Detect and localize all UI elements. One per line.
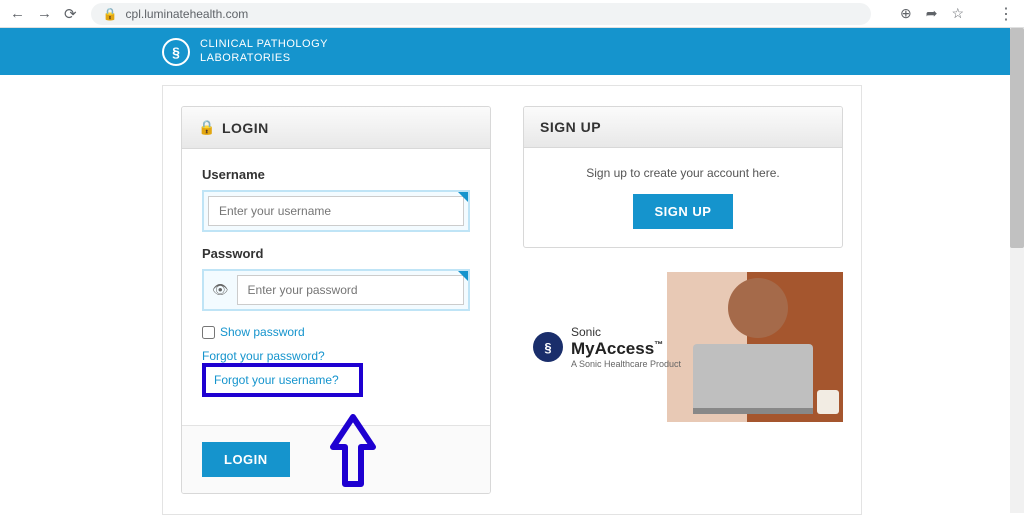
username-input[interactable]: [208, 196, 464, 226]
url-text: cpl.luminatehealth.com: [126, 7, 249, 21]
login-panel-footer: LOGIN: [182, 425, 490, 493]
login-panel: 🔒 LOGIN Username Password 👁 Show passw: [181, 106, 491, 494]
promo-line1: Sonic: [571, 325, 681, 339]
forgot-links-row: Forgot your password? Forgot your userna…: [202, 349, 470, 397]
signup-header-text: SIGN UP: [540, 119, 601, 135]
share-icon[interactable]: ➦: [926, 5, 938, 22]
promo-line2: MyAccess™: [571, 339, 681, 359]
password-label: Password: [202, 246, 470, 261]
browser-toolbar: ← → ⟳ 🔒 cpl.luminatehealth.com ⊕ ➦ ☆ ⋮: [0, 0, 1024, 28]
signup-button[interactable]: SIGN UP: [633, 194, 734, 229]
zoom-icon[interactable]: ⊕: [900, 5, 912, 22]
main-container: 🔒 LOGIN Username Password 👁 Show passw: [162, 85, 862, 515]
lock-icon: 🔒: [103, 7, 118, 21]
show-password-label[interactable]: Show password: [220, 325, 305, 339]
login-button[interactable]: LOGIN: [202, 442, 290, 477]
login-header-text: LOGIN: [222, 120, 269, 136]
eye-icon[interactable]: 👁: [208, 282, 237, 298]
password-field-wrap: 👁: [202, 269, 470, 311]
username-label: Username: [202, 167, 470, 182]
annotation-arrow-icon: [328, 412, 378, 494]
scrollbar-track[interactable]: [1010, 28, 1024, 513]
signup-description: Sign up to create your account here.: [544, 166, 822, 180]
field-corner-icon: [458, 192, 468, 202]
username-field-wrap: [202, 190, 470, 232]
forgot-username-link[interactable]: Forgot your username?: [202, 363, 363, 397]
promo-mug-illustration: [817, 390, 839, 414]
promo-person-illustration: [728, 278, 788, 338]
promo-laptop-illustration: [693, 344, 813, 414]
forgot-password-link[interactable]: Forgot your password?: [202, 349, 325, 363]
brand-line2: LABORATORIES: [200, 52, 328, 65]
promo-logo-icon: §: [533, 332, 563, 362]
field-corner-icon: [458, 271, 468, 281]
kebab-menu-icon[interactable]: ⋮: [998, 4, 1014, 24]
lock-icon: 🔒: [198, 119, 216, 136]
brand-text: CLINICAL PATHOLOGY LABORATORIES: [200, 38, 328, 64]
browser-right-icons: ⊕ ➦ ☆: [900, 5, 964, 22]
forward-icon[interactable]: →: [37, 5, 52, 22]
signup-panel-header: SIGN UP: [524, 107, 842, 148]
password-input[interactable]: [237, 275, 464, 305]
address-bar[interactable]: 🔒 cpl.luminatehealth.com: [91, 3, 871, 25]
browser-nav-icons: ← → ⟳: [10, 5, 77, 23]
login-panel-header: 🔒 LOGIN: [182, 107, 490, 149]
back-icon[interactable]: ←: [10, 5, 25, 22]
scrollbar-thumb[interactable]: [1010, 28, 1024, 248]
promo-line3: A Sonic Healthcare Product: [571, 359, 681, 369]
brand-line1: CLINICAL PATHOLOGY: [200, 38, 328, 51]
promo-text: Sonic MyAccess™ A Sonic Healthcare Produ…: [571, 325, 681, 369]
signup-panel: SIGN UP Sign up to create your account h…: [523, 106, 843, 248]
reload-icon[interactable]: ⟳: [64, 5, 77, 23]
show-password-checkbox[interactable]: [202, 326, 215, 339]
star-icon[interactable]: ☆: [951, 5, 964, 22]
brand-header: § CLINICAL PATHOLOGY LABORATORIES: [0, 28, 1024, 75]
promo-banner: § Sonic MyAccess™ A Sonic Healthcare Pro…: [523, 272, 843, 422]
brand-logo-icon: §: [162, 38, 190, 66]
